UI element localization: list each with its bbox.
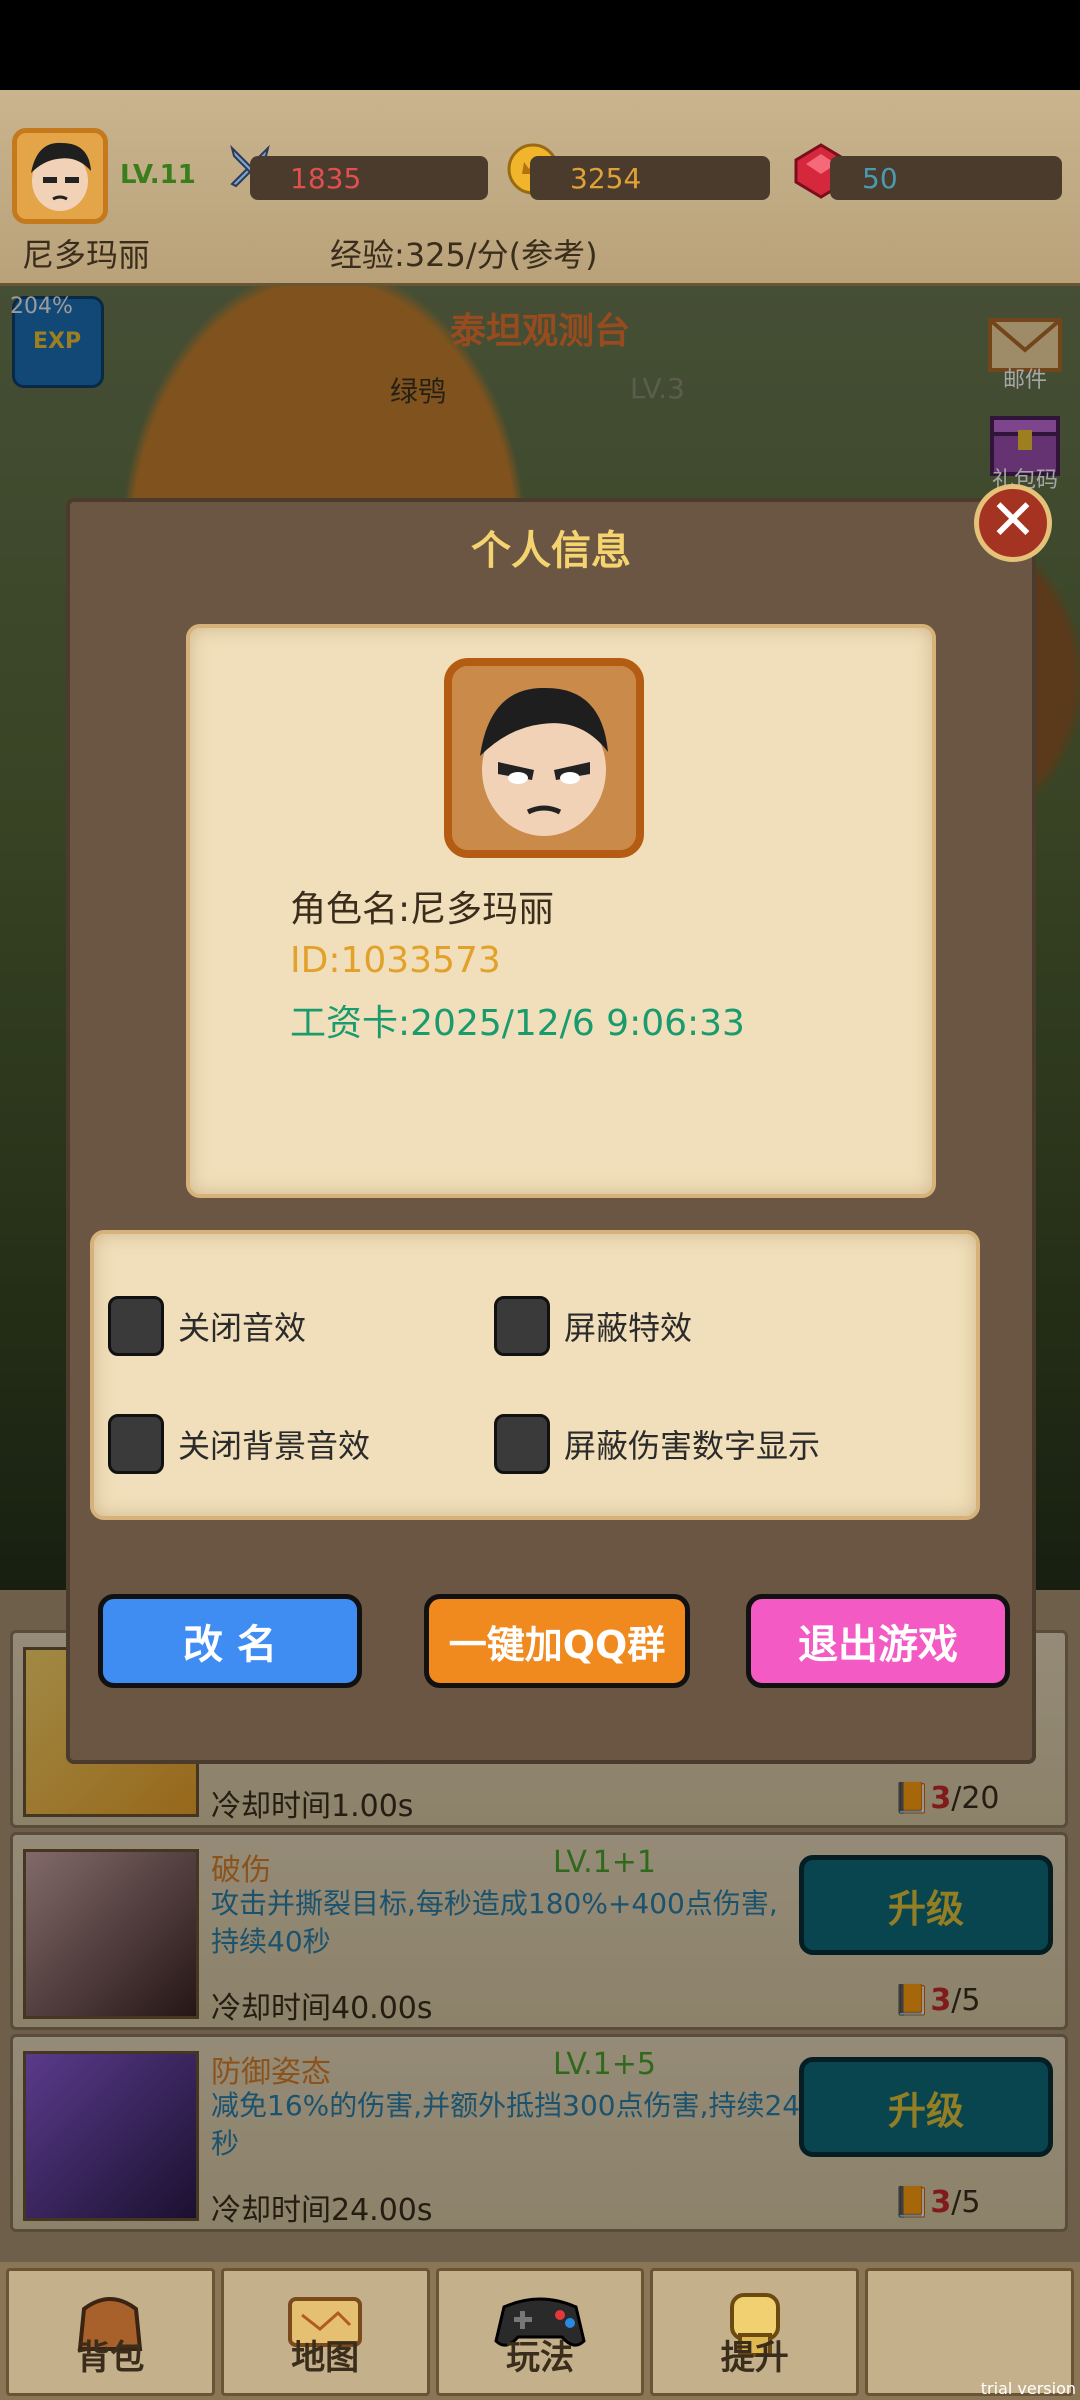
settings-panel: 关闭音效 屏蔽特效 关闭背景音效 屏蔽伤害数字显示 — [90, 1230, 980, 1520]
character-face-icon — [452, 666, 636, 850]
profile-dialog: 个人信息 角色名:尼多玛丽 ID:1033573 工资卡:2025/12/6 9… — [66, 498, 1036, 1764]
option-label: 屏蔽伤害数字显示 — [564, 1427, 821, 1465]
status-area — [0, 0, 1080, 90]
nav-play-label: 玩法 — [505, 2338, 574, 2378]
rename-button[interactable]: 改 名 — [98, 1594, 362, 1688]
option-label: 屏蔽特效 — [564, 1309, 693, 1347]
profile-avatar — [444, 658, 644, 858]
nav-bag[interactable]: 背包 — [6, 2268, 215, 2396]
gem-display: 50 — [830, 156, 1062, 200]
player-level: LV.11 — [120, 160, 196, 190]
dialog-title: 个人信息 — [471, 528, 631, 574]
player-header: LV.11 1835 3254 50 尼多玛丽 经验:325/分(参考) — [0, 90, 1080, 286]
close-icon[interactable]: ✕ — [974, 484, 1052, 562]
checkbox[interactable] — [108, 1296, 164, 1356]
nav-play[interactable]: 玩法 — [435, 2268, 645, 2396]
player-avatar[interactable] — [12, 128, 108, 224]
role-name: 角色名:尼多玛丽 — [290, 889, 555, 930]
power-display: 1835 — [250, 156, 488, 200]
exp-rate: 经验:325/分(参考) — [330, 236, 598, 274]
option-mute-sfx[interactable]: 关闭音效 — [108, 1296, 306, 1356]
username: 尼多玛丽 — [22, 236, 151, 274]
pay-card-expiry: 工资卡:2025/12/6 9:06:33 — [290, 1003, 745, 1044]
coin-display: 3254 — [530, 156, 770, 200]
power-value: 1835 — [290, 162, 362, 195]
option-hide-damage-numbers[interactable]: 屏蔽伤害数字显示 — [494, 1414, 820, 1474]
nav-bag-label: 背包 — [76, 2338, 145, 2378]
gem-value: 50 — [862, 162, 898, 195]
nav-map-label: 地图 — [291, 2338, 360, 2378]
checkbox[interactable] — [108, 1414, 164, 1474]
player-id: ID:1033573 — [290, 940, 501, 981]
bottom-nav: 背包 地图 玩法 提升 trial version — [0, 2262, 1080, 2400]
checkbox[interactable] — [494, 1414, 550, 1474]
nav-upgrade[interactable]: 提升 — [650, 2268, 860, 2396]
option-label: 关闭音效 — [178, 1309, 307, 1347]
checkbox[interactable] — [494, 1296, 550, 1356]
option-hide-effects[interactable]: 屏蔽特效 — [494, 1296, 692, 1356]
nav-map[interactable]: 地图 — [220, 2268, 430, 2396]
option-mute-bgm[interactable]: 关闭背景音效 — [108, 1414, 370, 1474]
quit-game-button[interactable]: 退出游戏 — [746, 1594, 1010, 1688]
nav-empty[interactable] — [865, 2268, 1074, 2396]
nav-upgrade-label: 提升 — [720, 2338, 789, 2378]
join-qq-group-button[interactable]: 一键加QQ群 — [424, 1594, 690, 1688]
profile-info-panel: 角色名:尼多玛丽 ID:1033573 工资卡:2025/12/6 9:06:3… — [186, 624, 936, 1198]
option-label: 关闭背景音效 — [178, 1427, 371, 1465]
coin-value: 3254 — [570, 162, 642, 195]
player-face-icon — [31, 142, 91, 211]
trial-watermark: trial version — [980, 2379, 1076, 2398]
